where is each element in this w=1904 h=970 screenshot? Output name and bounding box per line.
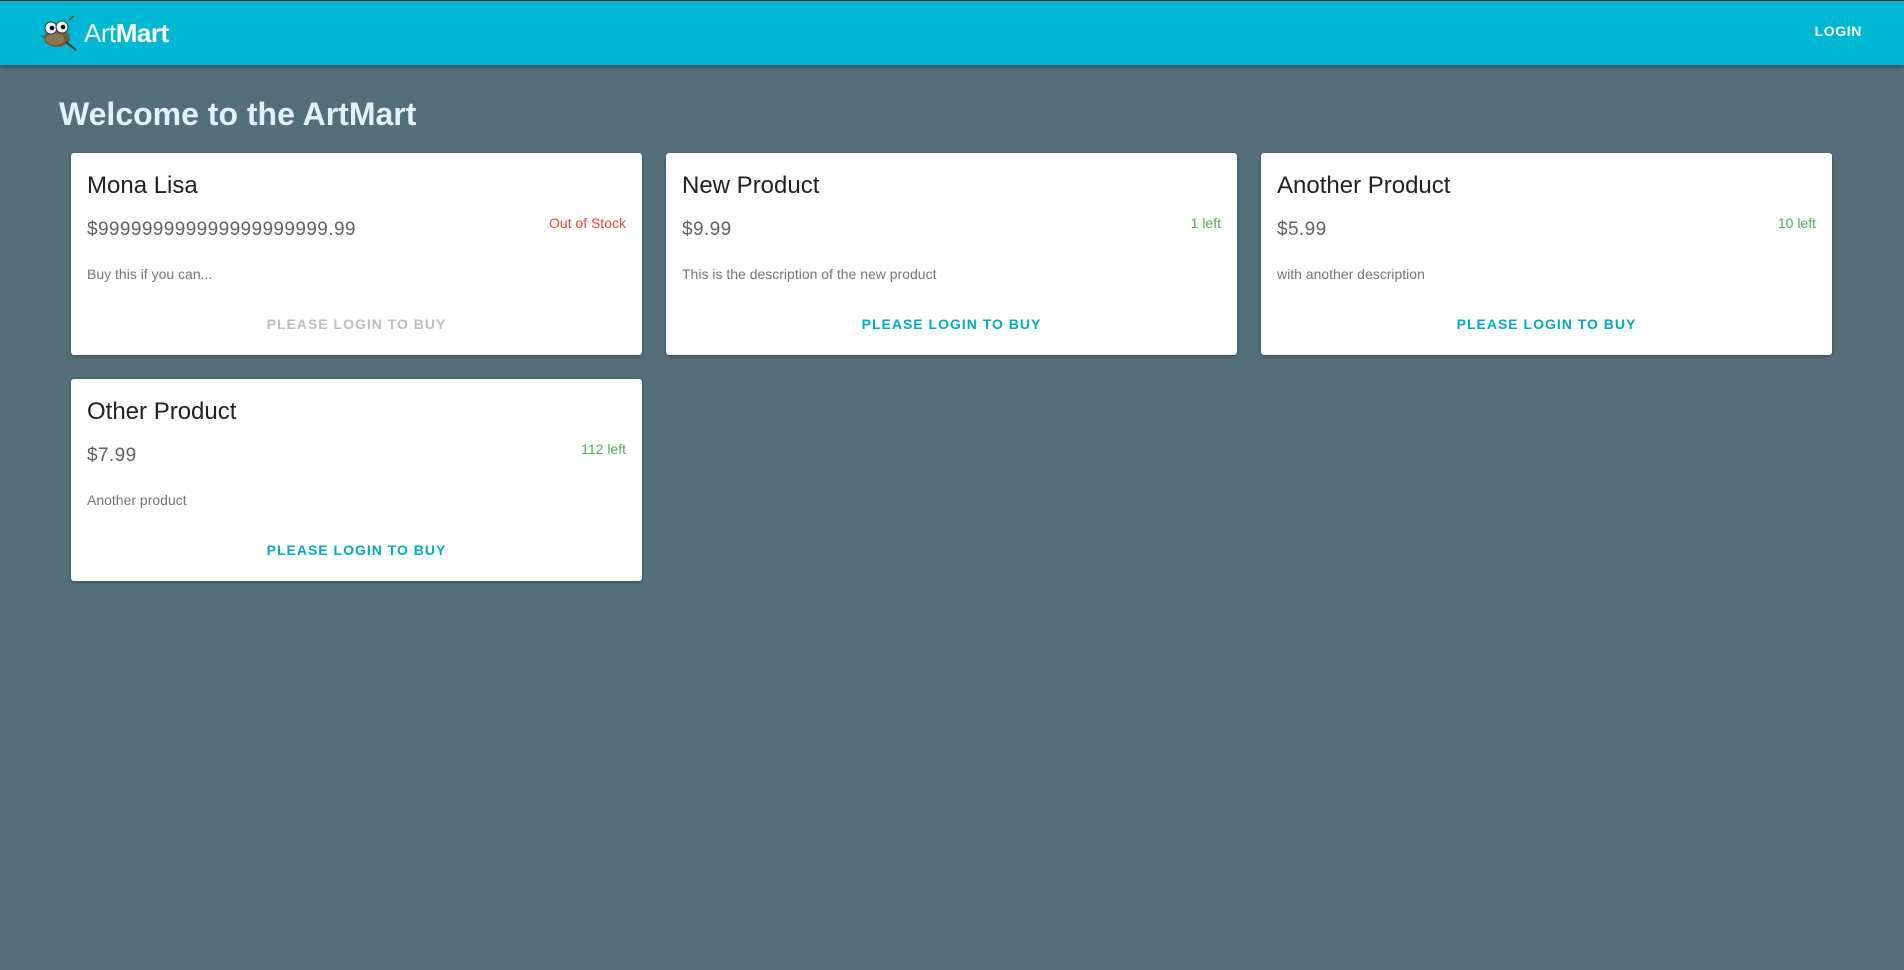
product-card-mona-lisa: Mona Lisa $999999999999999999999.99 Out … bbox=[71, 153, 642, 355]
stock-status: 112 left bbox=[581, 441, 626, 457]
stock-status: Out of Stock bbox=[548, 215, 626, 231]
product-card-other-product: Other Product $7.99 112 left Another pro… bbox=[71, 379, 642, 581]
product-description: Another product bbox=[87, 492, 187, 508]
product-name: Other Product bbox=[87, 398, 237, 425]
product-card-another-product: Another Product $5.99 10 left with anoth… bbox=[1261, 153, 1832, 355]
app-bar: ArtMart LOGIN bbox=[0, 0, 1904, 65]
login-to-buy-button[interactable]: PLEASE LOGIN TO BUY bbox=[1261, 316, 1832, 332]
product-name: Another Product bbox=[1277, 172, 1451, 199]
product-name: Mona Lisa bbox=[87, 172, 198, 199]
page-title: Welcome to the ArtMart bbox=[59, 96, 417, 132]
brand-logo[interactable]: ArtMart bbox=[36, 15, 169, 51]
brand-name-part1: Art bbox=[84, 17, 116, 48]
login-to-buy-button: PLEASE LOGIN TO BUY bbox=[266, 316, 447, 332]
brand-name-part2: Mart bbox=[115, 17, 169, 48]
wilber-mascot-icon bbox=[40, 15, 77, 51]
product-description: This is the description of the new produ… bbox=[682, 266, 937, 282]
product-card-new-product: New Product $9.99 1 left This is the des… bbox=[666, 153, 1237, 355]
stock-status: 10 left bbox=[1777, 215, 1816, 231]
product-price: $999999999999999999999.99 bbox=[87, 219, 356, 240]
login-to-buy-button[interactable]: PLEASE LOGIN TO BUY bbox=[666, 316, 1237, 332]
login-to-buy-button[interactable]: PLEASE LOGIN TO BUY bbox=[71, 542, 642, 558]
login-button[interactable]: LOGIN bbox=[1815, 23, 1862, 45]
product-description: Buy this if you can... bbox=[87, 266, 213, 282]
stock-status: 1 left bbox=[1190, 215, 1221, 231]
brand-name: ArtMart bbox=[84, 18, 169, 49]
product-price: $5.99 bbox=[1277, 219, 1327, 240]
product-price: $9.99 bbox=[682, 219, 732, 240]
product-description: with another description bbox=[1277, 266, 1425, 282]
product-price: $7.99 bbox=[87, 445, 137, 466]
product-name: New Product bbox=[682, 172, 820, 199]
